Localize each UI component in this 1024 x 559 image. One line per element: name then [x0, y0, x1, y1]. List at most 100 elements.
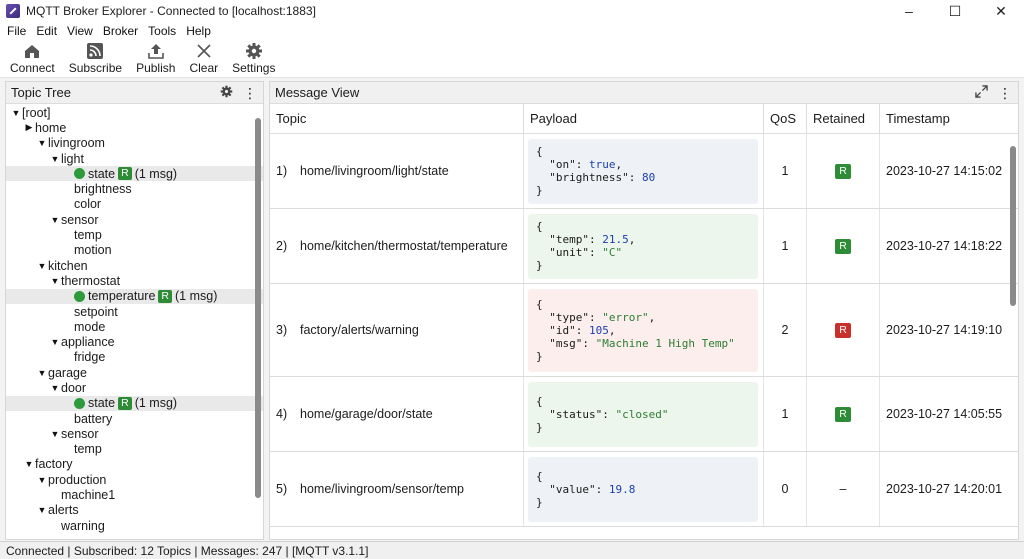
- expand-arrow-icon[interactable]: ▼: [23, 459, 35, 469]
- column-topic[interactable]: Topic: [270, 104, 524, 133]
- subscribe-button[interactable]: Subscribe: [63, 40, 128, 75]
- expand-arrow-icon[interactable]: ▼: [49, 383, 61, 393]
- tree-node[interactable]: ▶ home: [6, 120, 263, 135]
- tree-node[interactable]: temp: [6, 227, 263, 242]
- expand-arrow-icon[interactable]: ▼: [49, 215, 61, 225]
- expand-arrow-icon[interactable]: ▼: [36, 505, 48, 515]
- tree-node[interactable]: ▼ garage: [6, 365, 263, 380]
- tree-node-label: mode: [74, 319, 106, 334]
- tree-node[interactable]: ▼ livingroom: [6, 136, 263, 151]
- tree-node[interactable]: brightness: [6, 181, 263, 196]
- tree-scrollbar-thumb[interactable]: [255, 118, 261, 498]
- table-row[interactable]: 3) factory/alerts/warning { "type": "error…: [270, 284, 1018, 377]
- tree-settings-gear-icon[interactable]: [220, 85, 233, 101]
- toolbar: Connect Subscribe Publish Clear Settings: [0, 40, 1024, 78]
- expand-arrow-icon[interactable]: ▼: [49, 429, 61, 439]
- row-number: 3): [276, 323, 288, 337]
- tree-node-label: door: [61, 380, 87, 395]
- payload-line: }: [536, 496, 750, 509]
- tree-node[interactable]: ▼ door: [6, 380, 263, 395]
- json-token: :: [575, 323, 589, 337]
- retained-badge: R: [118, 167, 132, 181]
- tree-node[interactable]: fridge: [6, 350, 263, 365]
- tree-node[interactable]: ▼ thermostat: [6, 273, 263, 288]
- json-token: 19.8: [608, 482, 636, 496]
- tree-node[interactable]: ▼ factory: [6, 457, 263, 472]
- menu-broker[interactable]: Broker: [98, 22, 143, 40]
- tree-node[interactable]: ▼ appliance: [6, 334, 263, 349]
- tree-node-label: state: [88, 396, 116, 411]
- tree-node[interactable]: ▼ light: [6, 151, 263, 166]
- column-timestamp[interactable]: Timestamp: [880, 104, 1010, 133]
- tree-more-options-icon[interactable]: ⋮: [243, 86, 257, 100]
- column-qos[interactable]: QoS: [764, 104, 807, 133]
- expand-arrow-icon[interactable]: ▼: [36, 138, 48, 148]
- tree-node[interactable]: machine1: [6, 487, 263, 502]
- payload-line: "value": 19.8: [536, 483, 750, 496]
- expand-icon[interactable]: [975, 85, 988, 101]
- column-retained[interactable]: Retained: [807, 104, 880, 133]
- tree-node[interactable]: battery: [6, 411, 263, 426]
- publish-button[interactable]: Publish: [130, 40, 181, 75]
- topic-cell: 4) home/garage/door/state: [270, 377, 524, 451]
- tree-node[interactable]: mode: [6, 319, 263, 334]
- table-row[interactable]: 5) home/livingroom/sensor/temp { "value": …: [270, 452, 1018, 527]
- json-token: ,: [648, 310, 656, 324]
- table-row[interactable]: 2) home/kitchen/thermostat/temperature { "…: [270, 209, 1018, 284]
- tree-node[interactable]: ▼ alerts: [6, 503, 263, 518]
- tree-node-label: fridge: [74, 350, 106, 365]
- table-row[interactable]: 4) home/garage/door/state { "status": "clo…: [270, 377, 1018, 452]
- tree-node[interactable]: temperature R (1 msg): [6, 288, 263, 304]
- expand-arrow-icon[interactable]: ▼: [36, 261, 48, 271]
- message-scrollbar-thumb[interactable]: [1010, 146, 1016, 306]
- expand-arrow-icon[interactable]: ▼: [36, 368, 48, 378]
- expand-arrow-icon[interactable]: ▼: [49, 154, 61, 164]
- expand-arrow-icon[interactable]: ▼: [49, 337, 61, 347]
- tree-node-label: temp: [74, 228, 102, 243]
- retained-badge: R: [118, 396, 132, 410]
- tree-node[interactable]: temp: [6, 442, 263, 457]
- expand-arrow-icon[interactable]: ▼: [10, 108, 22, 118]
- tree-node[interactable]: ▼ [root]: [6, 105, 263, 120]
- tree-node-label: color: [74, 197, 102, 212]
- tree-node-label: factory: [35, 457, 73, 472]
- expand-arrow-icon[interactable]: ▼: [49, 276, 61, 286]
- tree-node[interactable]: setpoint: [6, 304, 263, 319]
- status-text: Connected | Subscribed: 12 Topics | Mess…: [6, 543, 369, 558]
- tree-node[interactable]: state R (1 msg): [6, 166, 263, 182]
- tree-node[interactable]: ▼ production: [6, 472, 263, 487]
- minimize-button[interactable]: –: [886, 0, 932, 22]
- tree-node[interactable]: motion: [6, 243, 263, 258]
- json-token: "on": [549, 158, 576, 171]
- maximize-button[interactable]: ☐: [932, 0, 978, 22]
- payload-cell: { "type": "error", "id": 105, "msg": "Ma…: [524, 284, 764, 376]
- tree-node[interactable]: state R (1 msg): [6, 395, 263, 411]
- close-window-button[interactable]: ✕: [978, 0, 1024, 22]
- message-more-options-icon[interactable]: ⋮: [998, 86, 1012, 100]
- json-token: "unit": [549, 246, 589, 259]
- message-count: (1 msg): [134, 166, 178, 181]
- json-token: {: [536, 394, 543, 408]
- menu-file[interactable]: File: [2, 22, 31, 40]
- clear-button[interactable]: Clear: [183, 40, 224, 75]
- tree-node[interactable]: warning: [6, 518, 263, 533]
- menu-view[interactable]: View: [62, 22, 98, 40]
- tree-node[interactable]: ▼ sensor: [6, 426, 263, 441]
- table-row[interactable]: 1) home/livingroom/light/state { "on": tru…: [270, 134, 1018, 209]
- column-payload[interactable]: Payload: [524, 104, 764, 133]
- payload-line: }: [536, 259, 750, 272]
- menu-tools[interactable]: Tools: [143, 22, 181, 40]
- retained-badge: R: [158, 289, 172, 303]
- expand-arrow-icon[interactable]: ▼: [36, 475, 48, 485]
- tree-node[interactable]: ▼ kitchen: [6, 258, 263, 273]
- json-token: true: [589, 158, 616, 171]
- json-token: }: [536, 184, 543, 197]
- collapse-arrow-icon[interactable]: ▶: [23, 122, 35, 133]
- tree-node[interactable]: color: [6, 197, 263, 212]
- connect-button[interactable]: Connect: [4, 40, 61, 75]
- menu-edit[interactable]: Edit: [31, 22, 62, 40]
- tree-node[interactable]: ▼ sensor: [6, 212, 263, 227]
- menu-help[interactable]: Help: [181, 22, 216, 40]
- settings-button[interactable]: Settings: [226, 40, 281, 75]
- timestamp-cell: 2023-10-27 14:20:01: [886, 482, 1003, 496]
